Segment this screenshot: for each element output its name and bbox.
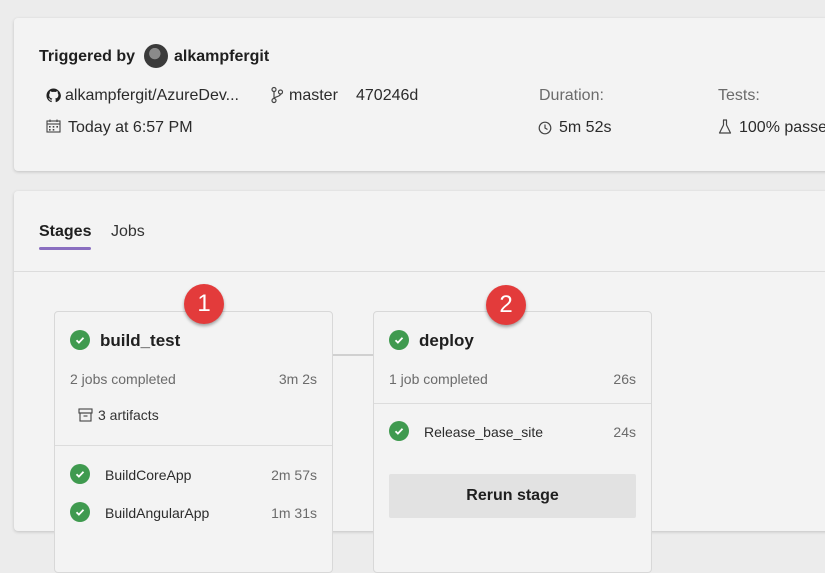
success-check-icon: [70, 464, 90, 484]
stage-name[interactable]: deploy: [419, 331, 474, 351]
run-date: Today at 6:57 PM: [68, 119, 193, 136]
tests-pass-rate[interactable]: 100% passe: [739, 119, 825, 137]
stage-summary: 2 jobs completed: [70, 371, 176, 387]
stage-summary: 1 job completed: [389, 371, 488, 387]
job-name[interactable]: BuildCoreApp: [105, 467, 191, 483]
triggered-by-label: Triggered by: [39, 48, 136, 65]
tabs-divider: [14, 271, 825, 272]
duration-label: Duration:: [539, 87, 604, 104]
job-name[interactable]: BuildAngularApp: [105, 505, 209, 521]
avatar[interactable]: [144, 44, 168, 68]
artifacts-link[interactable]: 3 artifacts: [98, 407, 159, 423]
tab-jobs[interactable]: Jobs: [111, 223, 145, 241]
run-duration: 5m 52s: [559, 119, 612, 136]
rerun-stage-button[interactable]: Rerun stage: [389, 474, 636, 518]
job-duration: 1m 31s: [271, 505, 317, 521]
job-name[interactable]: Release_base_site: [424, 424, 543, 440]
success-check-icon: [70, 502, 90, 522]
stage-connector: [331, 354, 373, 356]
stages-card: Stages Jobs build_test 2 jobs completed …: [14, 191, 825, 573]
stage-duration: 26s: [613, 371, 636, 387]
success-check-icon: [70, 330, 90, 350]
run-summary-card: Triggered by alkampfergit alkampfergit/A…: [14, 18, 825, 171]
stage-card-deploy[interactable]: deploy 1 job completed 26s Release_base_…: [373, 311, 652, 573]
commit-id[interactable]: 470246d: [356, 87, 418, 105]
github-icon: [46, 88, 61, 103]
stage-card-build-test[interactable]: build_test 2 jobs completed 3m 2s 3 arti…: [54, 311, 333, 573]
calendar-icon: [46, 119, 61, 133]
flask-icon: [718, 119, 732, 135]
annotation-badge-2: 2: [486, 285, 526, 325]
clock-icon: [538, 121, 552, 135]
artifact-icon: [78, 408, 93, 422]
job-duration: 2m 57s: [271, 467, 317, 483]
triggered-by-user[interactable]: alkampfergit: [174, 48, 269, 66]
active-tab-indicator: [39, 247, 91, 250]
stage-divider: [374, 403, 651, 404]
stage-divider: [55, 445, 332, 446]
job-duration: 24s: [613, 424, 636, 440]
tab-stages[interactable]: Stages: [39, 223, 91, 241]
stage-name[interactable]: build_test: [100, 331, 180, 351]
stage-duration: 3m 2s: [278, 371, 317, 387]
repository-link[interactable]: alkampfergit/AzureDev...: [65, 87, 239, 105]
success-check-icon: [389, 330, 409, 350]
success-check-icon: [389, 421, 409, 441]
branch-icon: [270, 86, 284, 104]
tests-label: Tests:: [718, 87, 760, 104]
branch-name[interactable]: master: [289, 87, 338, 105]
annotation-badge-1: 1: [184, 284, 224, 324]
